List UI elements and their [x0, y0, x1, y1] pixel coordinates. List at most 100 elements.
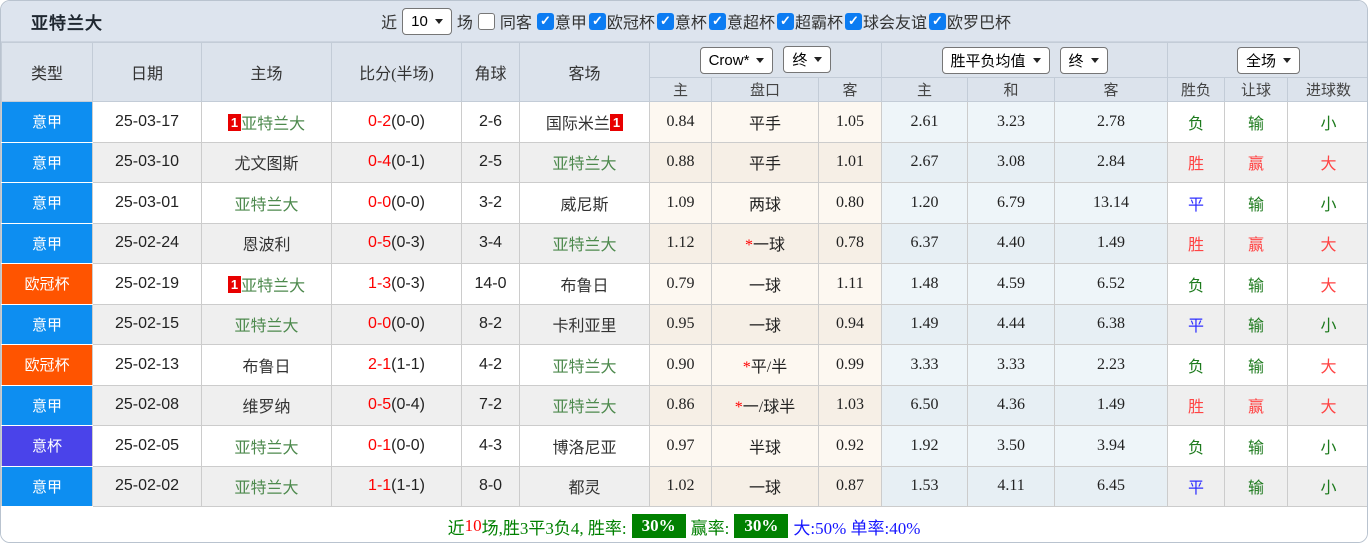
handicap-away-odds: 1.03: [819, 385, 882, 426]
home-team: 亚特兰大: [202, 183, 332, 224]
same-venue-checkbox[interactable]: [478, 13, 495, 30]
col-header-away: 客场: [520, 43, 650, 102]
summary-text: 赢率:: [691, 514, 730, 539]
goals-cell: 小: [1288, 426, 1368, 467]
league-badge: 意甲: [2, 223, 93, 264]
col-header-home: 主场: [202, 43, 332, 102]
half-score: (0-3): [391, 234, 425, 251]
checkbox-checked-icon[interactable]: ✓: [657, 13, 674, 30]
league-filter-label: 意甲: [555, 9, 587, 33]
full-score: 2-1: [368, 356, 391, 373]
away-team: 亚特兰大: [520, 345, 650, 386]
league-filter[interactable]: ✓球会友谊: [845, 9, 927, 33]
result-cell: 平: [1168, 304, 1225, 345]
asterisk-mark: *: [745, 237, 753, 254]
checkbox-checked-icon[interactable]: ✓: [929, 13, 946, 30]
table-row: 意甲25-02-24恩波利0-5(0-3)3-4亚特兰大1.12*一球0.786…: [2, 223, 1368, 264]
score-cell: 0-5(0-3): [332, 223, 462, 264]
handicap-home-odds: 0.95: [650, 304, 712, 345]
summary-text: 近: [448, 514, 465, 539]
league-filter[interactable]: ✓意杯: [657, 9, 707, 33]
table-row: 意杯25-02-05亚特兰大0-1(0-0)4-3博洛尼亚0.97半球0.921…: [2, 426, 1368, 467]
handicap-home-odds: 1.02: [650, 466, 712, 507]
corner-score: 4-2: [462, 345, 520, 386]
odds-home: 1.48: [882, 264, 968, 305]
handicap-home-odds: 0.86: [650, 385, 712, 426]
league-filter[interactable]: ✓意甲: [537, 9, 587, 33]
handicap-home-odds: 0.84: [650, 102, 712, 143]
odds-away: 6.38: [1055, 304, 1168, 345]
table-row: 欧冠杯25-02-191亚特兰大1-3(0-3)14-0布鲁日0.79一球1.1…: [2, 264, 1368, 305]
result-cell: 负: [1168, 264, 1225, 305]
checkbox-checked-icon[interactable]: ✓: [709, 13, 726, 30]
chevron-down-icon: [814, 57, 822, 62]
team-name: 都灵: [568, 480, 600, 497]
away-team: 都灵: [520, 466, 650, 507]
scope-select[interactable]: 全场: [1237, 47, 1300, 74]
half-score: (0-4): [391, 396, 425, 413]
col-header-date: 日期: [93, 43, 202, 102]
handicap-home-odds: 0.79: [650, 264, 712, 305]
checkbox-checked-icon[interactable]: ✓: [537, 13, 554, 30]
odds-home: 2.67: [882, 142, 968, 183]
handicap-line: *一球: [712, 223, 819, 264]
checkbox-checked-icon[interactable]: ✓: [845, 13, 862, 30]
chevron-down-icon: [756, 58, 764, 63]
odds-source-select[interactable]: 胜平负均值: [942, 47, 1050, 74]
home-team: 恩波利: [202, 223, 332, 264]
corner-score: 2-6: [462, 102, 520, 143]
corner-score: 3-4: [462, 223, 520, 264]
league-filter-label: 意杯: [675, 9, 707, 33]
score-cell: 0-0(0-0): [332, 183, 462, 224]
match-date: 25-02-02: [93, 466, 202, 507]
league-badge: 欧冠杯: [2, 264, 93, 305]
handicap-source-select[interactable]: Crow*: [700, 47, 774, 74]
odds-draw: 4.11: [968, 466, 1055, 507]
league-badge: 意甲: [2, 466, 93, 507]
team-name: 布鲁日: [560, 278, 608, 295]
score-cell: 1-1(1-1): [332, 466, 462, 507]
checkbox-checked-icon[interactable]: ✓: [589, 13, 606, 30]
handicap-away-odds: 0.92: [819, 426, 882, 467]
odds-draw: 4.59: [968, 264, 1055, 305]
handicap-group-header: Crow* 终: [650, 43, 882, 78]
team-name: 亚特兰大: [241, 278, 305, 295]
chevron-down-icon: [1283, 58, 1291, 63]
goals-cell: 小: [1288, 102, 1368, 143]
handicap-line: 平手: [712, 102, 819, 143]
match-date: 25-02-19: [93, 264, 202, 305]
recent-count-select[interactable]: 10: [402, 8, 452, 35]
col-header-corner: 角球: [462, 43, 520, 102]
table-row: 意甲25-03-10尤文图斯0-4(0-1)2-5亚特兰大0.88平手1.012…: [2, 142, 1368, 183]
league-badge: 意甲: [2, 304, 93, 345]
team-name: 亚特兰大: [234, 318, 298, 335]
team-name: 威尼斯: [560, 197, 608, 214]
league-filter[interactable]: ✓欧冠杯: [589, 9, 655, 33]
odds-away: 13.14: [1055, 183, 1168, 224]
handicap-result-cell: 输: [1225, 183, 1288, 224]
league-filter[interactable]: ✓欧罗巴杯: [929, 9, 1011, 33]
team-name: 布鲁日: [242, 359, 290, 376]
team-name: 亚特兰大: [552, 359, 616, 376]
checkbox-checked-icon[interactable]: ✓: [777, 13, 794, 30]
handicap-away-odds: 0.78: [819, 223, 882, 264]
league-filter[interactable]: ✓超霸杯: [777, 9, 843, 33]
handicap-line: *平/半: [712, 345, 819, 386]
match-date: 25-03-17: [93, 102, 202, 143]
half-score: (1-1): [391, 477, 425, 494]
goals-cell: 小: [1288, 183, 1368, 224]
away-team: 国际米兰1: [520, 102, 650, 143]
score-cell: 0-5(0-4): [332, 385, 462, 426]
sub-header-handicap-home: 主: [650, 78, 712, 102]
league-filter[interactable]: ✓意超杯: [709, 9, 775, 33]
handicap-line: 一球: [712, 304, 819, 345]
odds-time-select[interactable]: 终: [1060, 47, 1108, 74]
table-row: 意甲25-02-02亚特兰大1-1(1-1)8-0都灵1.02一球0.871.5…: [2, 466, 1368, 507]
handicap-time-select[interactable]: 终: [783, 46, 831, 73]
sub-header-handicap-result: 让球: [1225, 78, 1288, 102]
sub-header-odds-away: 客: [1055, 78, 1168, 102]
handicap-line-text: 平手: [749, 116, 781, 133]
half-score: (0-0): [391, 194, 425, 211]
sub-header-odds-home: 主: [882, 78, 968, 102]
home-team: 亚特兰大: [202, 304, 332, 345]
